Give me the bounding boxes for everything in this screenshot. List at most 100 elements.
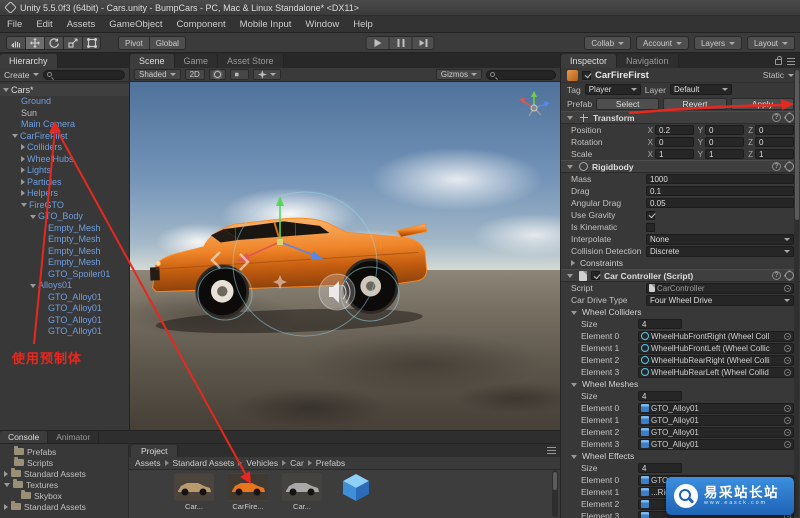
car-drive-type-dropdown[interactable]: Four Wheel Drive: [646, 294, 794, 306]
foldout-icon[interactable]: [30, 283, 36, 288]
layout-dropdown[interactable]: Layout: [746, 36, 795, 50]
foldout-icon[interactable]: [21, 203, 27, 208]
lock-icon[interactable]: [775, 56, 782, 65]
hierarchy-item[interactable]: Lights: [0, 165, 129, 177]
object-picker-icon[interactable]: [784, 440, 791, 448]
hierarchy-item[interactable]: Ground: [0, 96, 129, 108]
hierarchy-item[interactable]: GTO_Alloy01: [0, 326, 129, 338]
tag-dropdown[interactable]: Player: [584, 84, 641, 95]
collab-dropdown[interactable]: Collab: [584, 36, 632, 50]
shading-mode-dropdown[interactable]: Shaded: [134, 69, 181, 80]
hierarchy-item[interactable]: Cars*: [0, 84, 129, 96]
hierarchy-item[interactable]: Empty_Mesh: [0, 257, 129, 269]
object-picker-icon[interactable]: [784, 416, 791, 424]
rect-tool-button[interactable]: [82, 36, 101, 50]
hierarchy-item[interactable]: WheelHubs: [0, 153, 129, 165]
breadcrumb-standard-assets[interactable]: Standard Assets: [173, 458, 235, 468]
folder-scripts[interactable]: Scripts: [0, 457, 128, 468]
gear-icon[interactable]: [785, 162, 794, 171]
help-icon[interactable]: ?: [772, 162, 781, 171]
collision-detection-dropdown[interactable]: Discrete: [646, 245, 794, 257]
angular-drag-field[interactable]: 0.05: [646, 198, 794, 208]
rotation-z-field[interactable]: 0: [755, 137, 794, 147]
size-field[interactable]: 4: [638, 319, 682, 329]
pause-button[interactable]: [388, 36, 412, 50]
hierarchy-item[interactable]: GTO_Alloy01: [0, 303, 129, 315]
hand-tool-button[interactable]: [6, 36, 25, 50]
help-icon[interactable]: ?: [772, 271, 781, 280]
hierarchy-item[interactable]: GTO_Alloy01: [0, 291, 129, 303]
foldout-icon[interactable]: [30, 214, 36, 219]
hierarchy-item[interactable]: GTO_Body: [0, 211, 129, 223]
gear-icon[interactable]: [785, 271, 794, 280]
size-field[interactable]: 4: [638, 463, 682, 473]
folder-skybox[interactable]: Skybox: [0, 490, 128, 501]
hierarchy-item[interactable]: Particles: [0, 176, 129, 188]
foldout-icon[interactable]: [4, 470, 8, 477]
foldout-icon[interactable]: [21, 178, 25, 185]
script-object-field[interactable]: CarController: [646, 282, 794, 294]
tab-inspector[interactable]: Inspector: [561, 54, 618, 68]
audio-toggle-button[interactable]: [229, 69, 249, 80]
wheel-colliders-foldout[interactable]: Wheel Colliders: [561, 306, 800, 318]
menu-gameobject[interactable]: GameObject: [102, 16, 169, 32]
move-tool-button[interactable]: [25, 36, 44, 50]
scene-search-input[interactable]: [486, 69, 556, 80]
folder-prefabs[interactable]: Prefabs: [0, 446, 128, 457]
scale-y-field[interactable]: 1: [705, 149, 744, 159]
position-y-field[interactable]: 0: [705, 125, 744, 135]
scene-orientation-gizmo[interactable]: [516, 88, 552, 124]
wheel-mesh-object-field[interactable]: GTO_Alloy01: [638, 426, 794, 438]
asset-item[interactable]: Car...: [279, 473, 325, 518]
layer-dropdown[interactable]: Default: [669, 84, 732, 95]
hierarchy-item[interactable]: Sun: [0, 107, 129, 119]
toggle-2d-button[interactable]: 2D: [184, 69, 205, 80]
hierarchy-item[interactable]: Main Camera: [0, 119, 129, 131]
rotation-y-field[interactable]: 0: [705, 137, 744, 147]
object-picker-icon[interactable]: [784, 404, 791, 412]
constraints-foldout[interactable]: Constraints: [561, 257, 800, 269]
tab-animator[interactable]: Animator: [48, 431, 100, 443]
menu-edit[interactable]: Edit: [29, 16, 59, 32]
menu-component[interactable]: Component: [170, 16, 233, 32]
wheel-collider-object-field[interactable]: WheelHubRearRight (Wheel Colli: [638, 354, 794, 366]
scale-z-field[interactable]: 1: [755, 149, 794, 159]
wheel-collider-object-field[interactable]: WheelHubFrontRight (Wheel Coll: [638, 330, 794, 342]
rotate-tool-button[interactable]: [44, 36, 63, 50]
breadcrumb-vehicles[interactable]: Vehicles: [246, 458, 278, 468]
prefab-apply-button[interactable]: Apply: [730, 97, 794, 110]
transform-component-header[interactable]: Transform ?: [561, 111, 800, 124]
hierarchy-item[interactable]: GTO_Alloy01: [0, 314, 129, 326]
object-picker-icon[interactable]: [784, 284, 791, 292]
wheel-effects-foldout[interactable]: Wheel Effects: [561, 450, 800, 462]
wheel-mesh-object-field[interactable]: GTO_Alloy01: [638, 402, 794, 414]
folder-textures[interactable]: Textures: [0, 479, 128, 490]
interpolate-dropdown[interactable]: None: [646, 233, 794, 245]
mass-field[interactable]: 1000: [646, 174, 794, 184]
account-dropdown[interactable]: Account: [636, 36, 689, 50]
hierarchy-item[interactable]: Colliders: [0, 142, 129, 154]
wheel-meshes-foldout[interactable]: Wheel Meshes: [561, 378, 800, 390]
lighting-toggle-button[interactable]: [208, 69, 226, 80]
rotation-x-field[interactable]: 0: [655, 137, 694, 147]
foldout-icon[interactable]: [571, 310, 577, 315]
wheel-collider-object-field[interactable]: WheelHubFrontLeft (Wheel Collic: [638, 342, 794, 354]
global-button[interactable]: Global: [148, 36, 186, 50]
foldout-icon[interactable]: [4, 503, 8, 510]
effects-toggle-button[interactable]: [252, 69, 281, 80]
foldout-icon[interactable]: [4, 483, 10, 487]
gizmos-dropdown[interactable]: Gizmos: [435, 69, 482, 80]
asset-item-carfire[interactable]: CarFire...: [225, 473, 271, 518]
menu-window[interactable]: Window: [298, 16, 346, 32]
foldout-icon[interactable]: [571, 382, 577, 387]
component-enabled-checkbox[interactable]: [591, 271, 600, 280]
gear-icon[interactable]: [785, 113, 794, 122]
panel-menu-icon[interactable]: [787, 58, 795, 65]
breadcrumb-prefabs[interactable]: Prefabs: [316, 458, 345, 468]
object-picker-icon[interactable]: [784, 332, 791, 340]
breadcrumb-assets[interactable]: Assets: [135, 458, 161, 468]
object-picker-icon[interactable]: [784, 356, 791, 364]
step-button[interactable]: [411, 36, 435, 50]
wheel-mesh-object-field[interactable]: GTO_Alloy01: [638, 438, 794, 450]
hierarchy-item-carfirefirst[interactable]: CarFireFirst: [0, 130, 129, 142]
